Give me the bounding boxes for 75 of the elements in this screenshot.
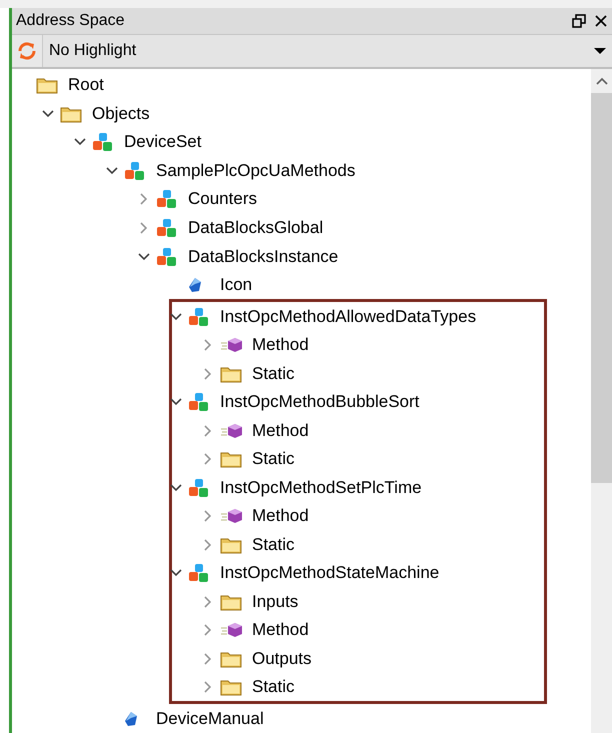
cubes-icon [156,189,178,210]
tree-item[interactable]: DeviceSet [12,128,591,156]
tree-item[interactable]: Static [172,530,544,559]
cubes-icon [188,392,210,412]
chevron-right-icon[interactable] [204,424,212,437]
chevron-down-icon[interactable] [138,252,150,261]
folder-icon [220,450,242,468]
tree-item[interactable]: Static [172,444,544,474]
tree-item[interactable]: Icon [12,270,591,300]
dropdown-caret-icon [594,46,606,55]
cubes-icon [156,218,178,238]
scrollbar[interactable] [591,68,612,733]
folder-icon [220,592,242,611]
tree-item[interactable]: Static [172,359,544,388]
folder-icon [36,76,58,94]
tree-item[interactable]: Counters [12,185,591,214]
cubes-icon [188,478,210,498]
chevron-right-icon[interactable] [140,193,148,206]
folder-icon [220,650,242,668]
tree-item[interactable]: DataBlocksGlobal [12,214,591,242]
tree-item[interactable]: InstOpcMethodStateMachine [172,558,544,588]
chevron-right-icon[interactable] [204,368,212,380]
tree-item[interactable]: SamplePlcOpcUaMethods [12,156,591,186]
tree-item[interactable]: Outputs [172,644,544,673]
chevron-down-icon[interactable] [170,398,182,406]
gem-icon [124,710,138,727]
tree-item[interactable]: Inputs [172,587,544,616]
tree-item[interactable]: Method [172,416,544,445]
gem-icon [188,277,202,294]
tree-item[interactable]: Method [172,330,544,360]
close-icon[interactable] [594,14,608,28]
cubes-icon [156,246,178,267]
cubes-icon [124,160,146,181]
chevron-right-icon[interactable] [204,538,212,551]
chevron-right-icon[interactable] [204,510,212,522]
cubes-icon [188,563,210,584]
tree-item[interactable]: InstOpcMethodBubbleSort [172,388,544,416]
chevron-right-icon[interactable] [204,453,212,466]
chevron-right-icon[interactable] [204,596,212,608]
chevron-right-icon[interactable] [140,222,148,234]
method-cube-icon [220,508,244,524]
chevron-down-icon[interactable] [106,166,118,175]
method-cube-icon [220,422,244,439]
chevron-right-icon[interactable] [204,681,212,694]
tree-item[interactable]: DeviceManual [12,704,591,733]
chevron-down-icon[interactable] [170,312,182,321]
chevron-down-icon[interactable] [42,110,54,118]
tree-item[interactable]: Method [172,502,544,530]
tree-item[interactable]: InstOpcMethodSetPlcTime [172,473,544,502]
folder-icon [60,104,82,123]
chevron-down-icon[interactable] [170,484,182,492]
cubes-icon [188,306,210,327]
chevron-down-icon[interactable] [170,569,182,578]
refresh-icon[interactable] [16,40,38,62]
chevron-down-icon[interactable] [74,138,86,146]
method-cube-icon [220,337,244,354]
chevron-right-icon[interactable] [204,339,212,352]
panel-title: Address Space [16,12,126,30]
folder-icon [220,678,242,696]
tree-item[interactable]: Root [12,70,591,100]
chevron-right-icon[interactable] [204,652,212,665]
method-cube-icon [220,622,244,638]
tree-item[interactable]: DataBlocksInstance [12,242,591,271]
folder-icon [220,364,242,383]
tree-item[interactable]: Static [172,672,544,702]
scroll-thumb[interactable] [591,92,612,483]
restore-icon[interactable] [572,14,586,28]
tree-item[interactable]: Objects [12,99,591,128]
folder-icon [220,536,242,554]
scroll-up-icon[interactable] [596,76,608,85]
cubes-icon [92,132,114,152]
tree-item[interactable]: Method [172,616,544,644]
chevron-right-icon[interactable] [204,624,212,636]
highlight-select[interactable]: No Highlight [42,34,612,67]
tree-item[interactable]: InstOpcMethodAllowedDataTypes [172,302,544,331]
